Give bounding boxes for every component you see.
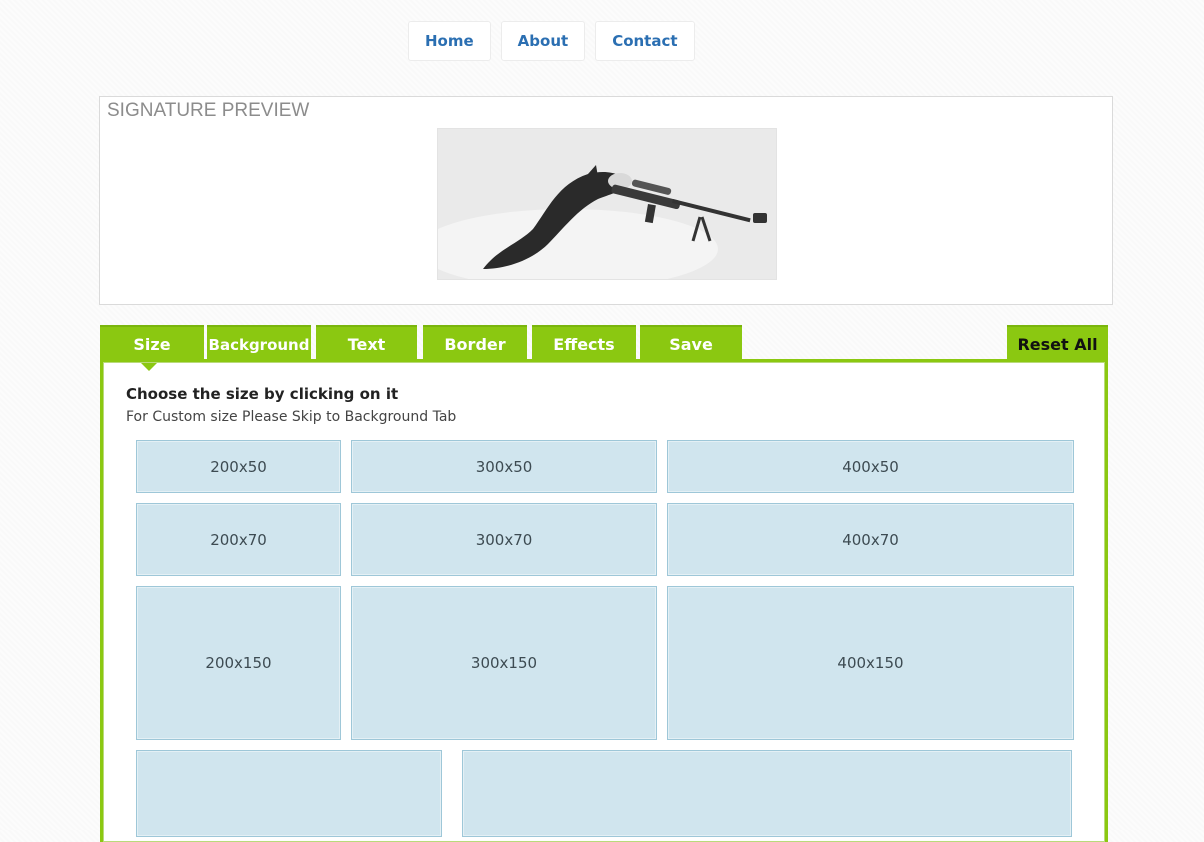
size-option-extra-left[interactable]	[136, 750, 442, 837]
size-option-300x50[interactable]: 300x50	[351, 440, 657, 493]
nav-contact-button[interactable]: Contact	[595, 21, 695, 61]
size-option-200x70[interactable]: 200x70	[136, 503, 341, 576]
tab-text[interactable]: Text	[316, 325, 417, 360]
size-option-extra-right[interactable]	[462, 750, 1072, 837]
panel-subheading: For Custom size Please Skip to Backgroun…	[126, 409, 457, 425]
nav-home-button[interactable]: Home	[408, 21, 491, 61]
editor-tabs: Size Background Text Border Effects Save…	[100, 325, 1108, 360]
signature-preview-box: SIGNATURE PREVIEW	[99, 96, 1113, 305]
reset-all-button[interactable]: Reset All	[1007, 325, 1108, 360]
tab-size[interactable]: Size	[100, 325, 204, 360]
size-option-300x150[interactable]: 300x150	[351, 586, 657, 740]
preview-title: SIGNATURE PREVIEW	[107, 100, 310, 121]
size-option-200x50[interactable]: 200x50	[136, 440, 341, 493]
panel-heading: Choose the size by clicking on it	[126, 385, 399, 403]
tab-save[interactable]: Save	[640, 325, 742, 360]
tab-background[interactable]: Background	[207, 325, 311, 360]
nav-about-button[interactable]: About	[500, 21, 586, 61]
size-option-400x50[interactable]: 400x50	[667, 440, 1074, 493]
signature-image	[418, 128, 777, 289]
tab-effects[interactable]: Effects	[532, 325, 636, 360]
top-navigation: Home About Contact	[408, 21, 705, 61]
tab-border[interactable]: Border	[423, 325, 527, 360]
size-option-400x150[interactable]: 400x150	[667, 586, 1074, 740]
size-option-200x150[interactable]: 200x150	[136, 586, 341, 740]
active-tab-pointer	[141, 363, 157, 371]
size-option-300x70[interactable]: 300x70	[351, 503, 657, 576]
cat-with-rifle-image	[418, 129, 776, 289]
size-option-400x70[interactable]: 400x70	[667, 503, 1074, 576]
